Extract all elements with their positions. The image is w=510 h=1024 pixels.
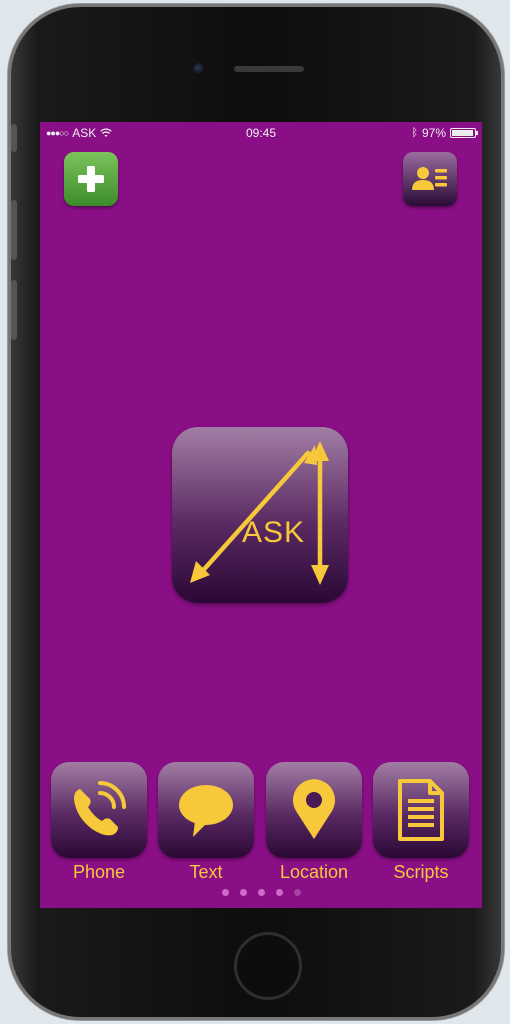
volume-down-button xyxy=(11,280,17,340)
dock-label-phone: Phone xyxy=(72,862,126,882)
plus-icon xyxy=(78,166,104,192)
page-dot xyxy=(239,889,247,896)
front-camera xyxy=(193,63,205,75)
volume-up-button xyxy=(11,200,17,260)
status-bar: ●●●○○ ASK 09:45 ᛒ 97% xyxy=(40,122,482,142)
home-screen: ●●●○○ ASK 09:45 ᛒ 97% ASK Phone Text Loc… xyxy=(40,122,482,908)
home-button[interactable] xyxy=(234,932,302,1000)
earpiece xyxy=(234,66,304,72)
dock-icon-text xyxy=(158,762,254,858)
page-dot xyxy=(221,889,229,896)
ask-arrows-logo: ASK xyxy=(190,441,329,585)
dock-label-text: Text xyxy=(189,862,223,882)
contact-card-icon xyxy=(412,167,447,190)
page-dot xyxy=(257,889,265,896)
dock-item-location[interactable]: Location xyxy=(266,762,362,883)
battery-fill xyxy=(452,130,474,136)
page-indicator[interactable] xyxy=(40,889,482,896)
document-icon xyxy=(398,779,444,841)
logo-text: ASK xyxy=(242,516,305,549)
page-dot xyxy=(275,889,283,896)
app-logo[interactable]: ASK xyxy=(172,427,348,603)
dock-label-scripts: Scripts xyxy=(393,862,449,882)
status-right: ᛒ 97% xyxy=(411,126,478,140)
battery-icon xyxy=(450,128,478,138)
battery-percent: 97% xyxy=(421,126,446,140)
dock-icon-phone xyxy=(51,762,147,858)
contacts-button[interactable] xyxy=(403,152,457,206)
dock-label-location: Location xyxy=(279,862,349,882)
map-pin-icon xyxy=(293,779,335,839)
dock-item-phone[interactable]: Phone xyxy=(51,762,147,883)
speech-bubble-icon xyxy=(179,785,233,837)
dock: Phone Text Location Scripts xyxy=(40,762,482,882)
bluetooth-icon: ᛒ xyxy=(411,127,418,139)
dock-icon-location xyxy=(266,762,362,858)
dock-item-scripts[interactable]: Scripts xyxy=(373,762,469,883)
mute-switch xyxy=(11,124,17,152)
phone-icon xyxy=(74,781,126,836)
dock-icon-scripts xyxy=(373,762,469,858)
dock-item-text[interactable]: Text xyxy=(158,762,254,883)
add-button[interactable] xyxy=(64,152,118,206)
page-dot xyxy=(293,889,301,896)
